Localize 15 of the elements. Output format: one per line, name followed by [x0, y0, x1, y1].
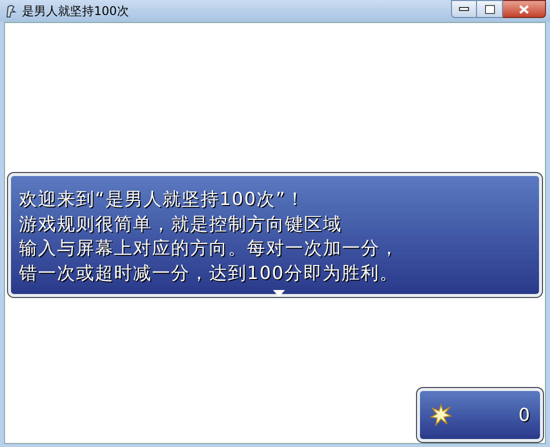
- message-text: 游戏规则很简单，就是控制方向键区域: [19, 212, 343, 236]
- score-value: 0: [518, 404, 530, 428]
- close-button[interactable]: [503, 0, 546, 18]
- close-icon: [519, 4, 529, 14]
- message-text: 输入与屏幕上对应的方向。每对一次加一分，: [19, 237, 400, 261]
- star-burst-icon: [430, 404, 452, 426]
- minimize-button[interactable]: [451, 0, 477, 18]
- message-text: 错一次或超时减一分，达到100分即为胜利。: [19, 262, 400, 286]
- app-icon: [4, 3, 18, 19]
- window-title: 是男人就坚持100次: [22, 3, 129, 20]
- maximize-button[interactable]: [477, 0, 503, 18]
- maximize-icon: [484, 4, 494, 14]
- minimize-icon: [459, 7, 469, 11]
- continue-arrow-icon: [273, 290, 285, 297]
- message-text: 欢迎来到“是男人就坚持100次”！: [19, 188, 306, 212]
